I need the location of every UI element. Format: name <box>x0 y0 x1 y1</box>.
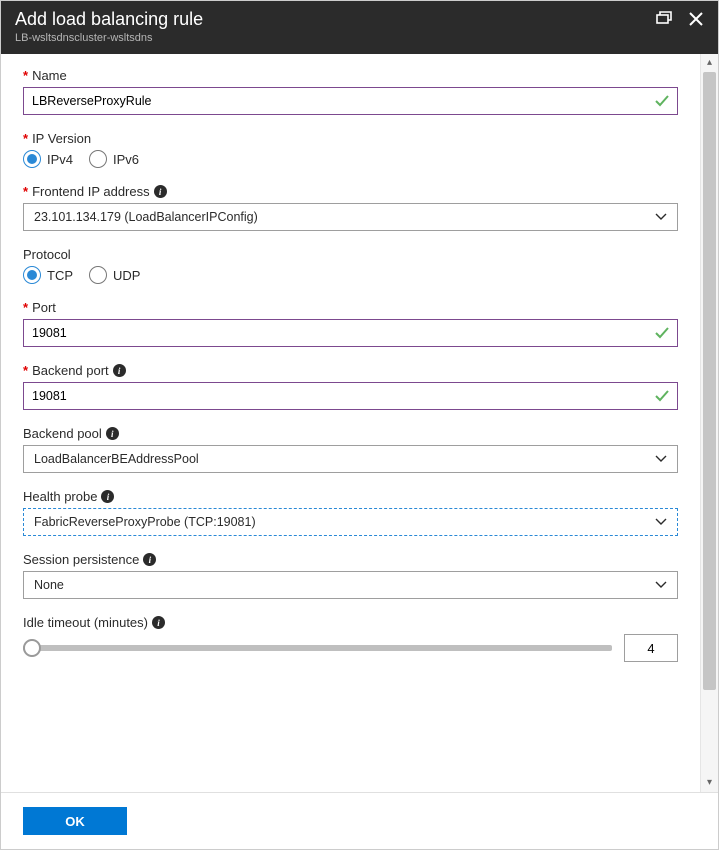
valid-check-icon <box>654 325 670 341</box>
slider-knob[interactable] <box>23 639 41 657</box>
scroll-up-icon[interactable]: ▴ <box>701 54 718 72</box>
idle-slider[interactable] <box>23 638 612 658</box>
chevron-down-icon <box>655 211 667 223</box>
backendpool-select[interactable]: LoadBalancerBEAddressPool <box>23 445 678 473</box>
ipv4-radio[interactable]: IPv4 <box>23 150 73 168</box>
valid-check-icon <box>654 93 670 109</box>
info-icon[interactable]: i <box>113 364 126 377</box>
idle-value-input[interactable] <box>624 634 678 662</box>
port-label: Port <box>32 300 56 315</box>
backendport-label: Backend port <box>32 363 109 378</box>
ok-button[interactable]: OK <box>23 807 127 835</box>
required-marker: * <box>23 68 28 83</box>
ipv6-radio[interactable]: IPv6 <box>89 150 139 168</box>
chevron-down-icon <box>655 516 667 528</box>
blade-subtitle: LB-wsltsdnscluster-wsltsdns <box>15 32 203 44</box>
healthprobe-select[interactable]: FabricReverseProxyProbe (TCP:19081) <box>23 508 678 536</box>
session-label: Session persistence <box>23 552 139 567</box>
idle-label: Idle timeout (minutes) <box>23 615 148 630</box>
protocol-label: Protocol <box>23 247 71 262</box>
backendport-input[interactable] <box>23 382 678 410</box>
restore-icon[interactable] <box>656 11 672 27</box>
blade-title: Add load balancing rule <box>15 9 203 30</box>
tcp-radio[interactable]: TCP <box>23 266 73 284</box>
info-icon[interactable]: i <box>152 616 165 629</box>
udp-radio[interactable]: UDP <box>89 266 140 284</box>
chevron-down-icon <box>655 453 667 465</box>
info-icon[interactable]: i <box>154 185 167 198</box>
ipversion-label: IP Version <box>32 131 91 146</box>
info-icon[interactable]: i <box>143 553 156 566</box>
scroll-thumb[interactable] <box>703 72 716 690</box>
blade-footer: OK <box>1 792 718 849</box>
session-select[interactable]: None <box>23 571 678 599</box>
frontendip-label: Frontend IP address <box>32 184 150 199</box>
chevron-down-icon <box>655 579 667 591</box>
scroll-down-icon[interactable]: ▾ <box>701 774 718 792</box>
port-input[interactable] <box>23 319 678 347</box>
blade-header: Add load balancing rule LB-wsltsdnsclust… <box>1 1 718 54</box>
form-body: *Name *IP Version IPv4 IPv6 *Frontend IP… <box>1 54 700 792</box>
info-icon[interactable]: i <box>101 490 114 503</box>
valid-check-icon <box>654 388 670 404</box>
close-icon[interactable] <box>688 11 704 27</box>
name-label: Name <box>32 68 67 83</box>
healthprobe-label: Health probe <box>23 489 97 504</box>
frontendip-select[interactable]: 23.101.134.179 (LoadBalancerIPConfig) <box>23 203 678 231</box>
blade-panel: Add load balancing rule LB-wsltsdnsclust… <box>0 0 719 850</box>
info-icon[interactable]: i <box>106 427 119 440</box>
backendpool-label: Backend pool <box>23 426 102 441</box>
name-input[interactable] <box>23 87 678 115</box>
scrollbar[interactable]: ▴ ▾ <box>700 54 718 792</box>
